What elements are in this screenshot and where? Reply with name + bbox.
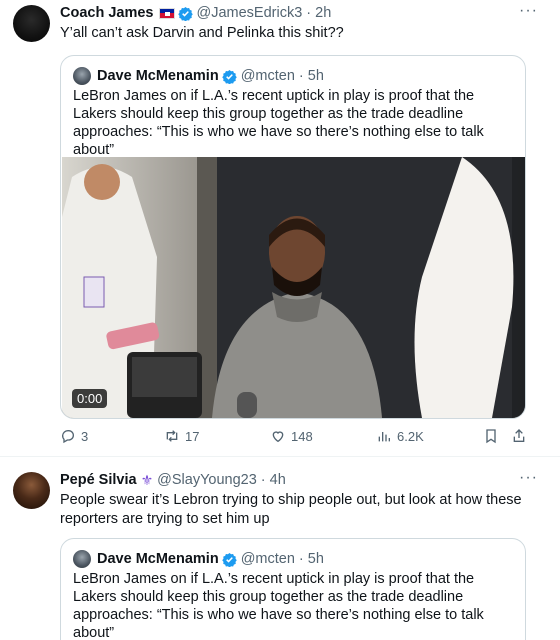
quoted-tweet[interactable]: Dave McMenamin @mcten · 5h LeBron James …	[60, 55, 526, 419]
reply-button[interactable]: 3	[60, 428, 88, 444]
separator-dot: ·	[298, 68, 304, 84]
quoted-tweet-header: Dave McMenamin @mcten · 5h	[73, 549, 324, 569]
tweet-text: Y’all can’t ask Darvin and Pelinka this …	[60, 25, 344, 41]
views-count: 6.2K	[397, 428, 424, 444]
quoted-author-name: Dave McMenamin	[97, 68, 219, 84]
tweet-header: Coach James @JamesEdrick3 · 2h	[60, 3, 331, 23]
avatar	[73, 67, 91, 85]
share-button[interactable]	[511, 428, 527, 444]
retweet-icon	[166, 430, 178, 442]
reply-count: 3	[81, 428, 89, 444]
author-name[interactable]: Coach James	[60, 5, 154, 21]
haiti-flag-icon	[158, 7, 175, 19]
video-player[interactable]: 0:00	[62, 157, 525, 418]
quoted-author-name: Dave McMenamin	[97, 551, 219, 567]
quoted-tweet-header: Dave McMenamin @mcten · 5h	[73, 66, 324, 86]
quoted-author-handle: @mcten	[240, 551, 295, 567]
tweet-divider	[0, 456, 560, 457]
author-handle[interactable]: @JamesEdrick3	[197, 5, 303, 21]
separator-dot: ·	[306, 5, 312, 21]
tweet-time[interactable]: 4h	[270, 472, 286, 488]
bookmark-icon	[486, 429, 496, 444]
like-icon	[272, 431, 284, 443]
more-icon[interactable]: ···	[519, 2, 538, 20]
like-button[interactable]: 148	[270, 428, 313, 444]
avatar[interactable]	[13, 5, 50, 42]
reply-icon	[61, 429, 74, 444]
avatar[interactable]	[13, 472, 50, 509]
tweet[interactable]: Pepé Silvia ⚜ @SlayYoung23 · 4h ··· Peop…	[0, 458, 560, 640]
fleur-de-lis-icon: ⚜	[140, 471, 154, 488]
views-icon	[378, 432, 390, 442]
verified-badge-icon	[221, 69, 237, 84]
like-count: 148	[291, 428, 313, 444]
quoted-author-handle: @mcten	[240, 68, 295, 84]
quoted-tweet-time: 5h	[307, 68, 324, 84]
tweet-time[interactable]: 2h	[315, 5, 331, 21]
separator-dot: ·	[298, 551, 304, 567]
separator-dot: ·	[260, 472, 266, 488]
avatar	[73, 550, 91, 568]
tweet[interactable]: Coach James @JamesEdrick3 · 2h ··· Y’all…	[0, 0, 560, 458]
quoted-tweet[interactable]: Dave McMenamin @mcten · 5h LeBron James …	[60, 538, 526, 640]
quoted-tweet-text: LeBron James on if L.A.’s recent uptick …	[73, 571, 484, 640]
quoted-tweet-text: LeBron James on if L.A.’s recent uptick …	[73, 88, 484, 158]
more-icon[interactable]: ···	[519, 469, 538, 487]
tweet-header: Pepé Silvia ⚜ @SlayYoung23 · 4h	[60, 470, 286, 490]
retweet-button[interactable]: 17	[164, 428, 199, 444]
author-name[interactable]: Pepé Silvia	[60, 472, 137, 488]
tweet-text: People swear it’s Lebron trying to ship …	[60, 492, 522, 527]
verified-badge-icon	[177, 6, 193, 21]
retweet-count: 17	[185, 428, 200, 444]
video-frame	[62, 157, 525, 418]
video-timestamp: 0:00	[72, 389, 108, 408]
bookmark-button[interactable]	[483, 428, 499, 444]
verified-badge-icon	[221, 552, 237, 567]
share-icon	[513, 429, 525, 442]
author-handle[interactable]: @SlayYoung23	[157, 472, 257, 488]
tweet-actions: 3 17 148 6.2K	[60, 428, 530, 448]
quoted-tweet-time: 5h	[307, 551, 324, 567]
views-button[interactable]: 6.2K	[376, 428, 424, 444]
